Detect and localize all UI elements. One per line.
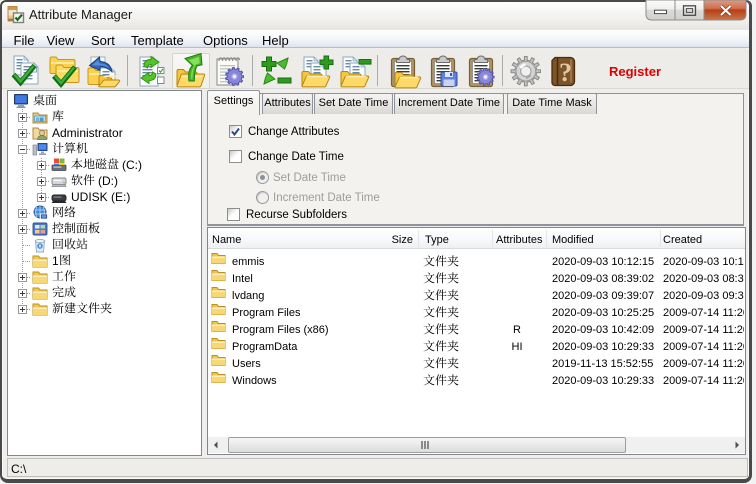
svg-text:?: ?	[559, 58, 572, 87]
